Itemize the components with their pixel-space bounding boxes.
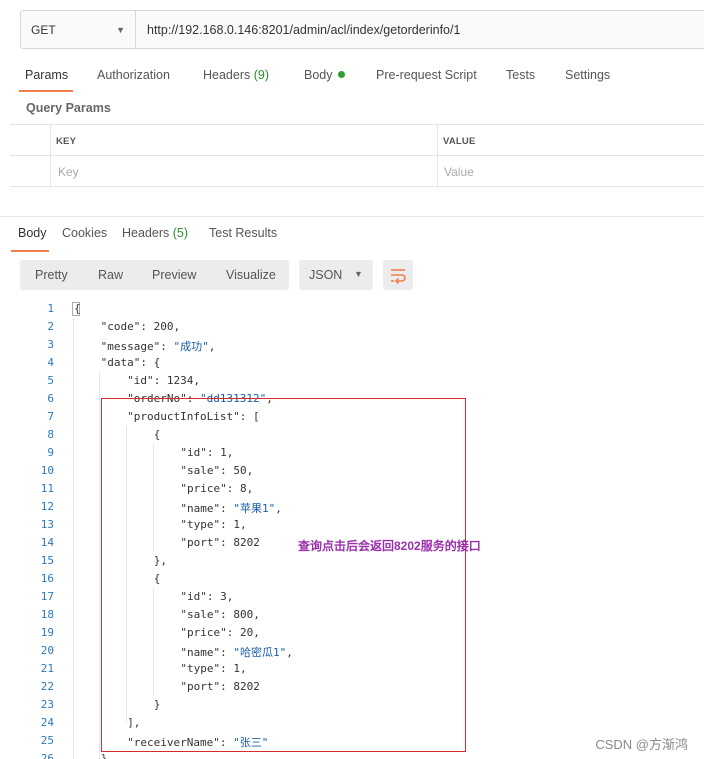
line-number: 10 bbox=[40, 464, 54, 477]
code-line: { bbox=[153, 572, 161, 585]
line-number: 11 bbox=[40, 482, 54, 495]
code-line: ], bbox=[127, 716, 141, 729]
tab-body[interactable]: Body bbox=[304, 68, 345, 82]
chevron-down-icon: ▼ bbox=[116, 24, 125, 35]
line-number: 6 bbox=[47, 392, 54, 405]
watermark: CSDN @方渐鸿 bbox=[595, 737, 688, 752]
key-column-header: KEY bbox=[56, 136, 77, 147]
line-number: 17 bbox=[40, 590, 54, 603]
tab-authorization[interactable]: Authorization bbox=[97, 68, 170, 82]
chevron-down-icon: ▼ bbox=[354, 269, 363, 279]
code-line: "price": 8, bbox=[180, 482, 254, 495]
code-line: "receiverName": "张三" bbox=[127, 736, 269, 749]
query-params-table: KEY VALUE Key Value bbox=[10, 124, 704, 187]
line-number: 14 bbox=[40, 536, 54, 549]
tab-params[interactable]: Params bbox=[25, 68, 68, 82]
line-number: 19 bbox=[40, 626, 54, 639]
code-line: "id": 1, bbox=[180, 446, 234, 459]
method-label: GET bbox=[31, 22, 56, 37]
value-column-header: VALUE bbox=[443, 136, 476, 147]
code-line: "name": "哈密瓜1", bbox=[180, 646, 293, 659]
code-line: { bbox=[153, 428, 161, 441]
line-number: 16 bbox=[40, 572, 54, 585]
code-line: "port": 8202 bbox=[180, 680, 260, 693]
code-line: } bbox=[153, 698, 161, 711]
line-number: 20 bbox=[40, 644, 54, 657]
table-header-row bbox=[10, 125, 704, 156]
line-number: 9 bbox=[47, 446, 54, 459]
code-line: "port": 8202 bbox=[180, 536, 260, 549]
code-line: { bbox=[74, 302, 81, 315]
code-line: "sale": 800, bbox=[180, 608, 260, 621]
line-number: 21 bbox=[40, 662, 54, 675]
divider bbox=[0, 216, 704, 217]
line-number: 15 bbox=[40, 554, 54, 567]
code-line: "orderNo": "dd131312", bbox=[127, 392, 273, 405]
format-select[interactable]: JSON ▼ bbox=[299, 260, 373, 290]
code-line: "sale": 50, bbox=[180, 464, 254, 477]
code-line: "id": 1234, bbox=[127, 374, 201, 387]
line-number: 18 bbox=[40, 608, 54, 621]
code-line: "message": "成功", bbox=[100, 340, 216, 353]
wrap-lines-icon bbox=[391, 269, 406, 284]
wrap-lines-button[interactable] bbox=[383, 260, 413, 290]
line-number: 23 bbox=[40, 698, 54, 711]
line-number: 7 bbox=[47, 410, 54, 423]
response-body-viewer: 1 {2 "code": 200, 3 "message": "成功", 4 "data":… bbox=[0, 300, 704, 759]
view-preview-button[interactable]: Preview bbox=[152, 268, 196, 282]
line-number: 26 bbox=[40, 752, 54, 759]
code-line: "type": 1, bbox=[180, 518, 247, 531]
line-number: 13 bbox=[40, 518, 54, 531]
active-tab-underline bbox=[19, 90, 73, 92]
line-number: 1 bbox=[47, 302, 54, 315]
headers-count: (9) bbox=[253, 68, 270, 82]
response-tab-cookies[interactable]: Cookies bbox=[62, 226, 107, 240]
response-tab-test-results[interactable]: Test Results bbox=[209, 226, 277, 240]
code-line: "code": 200, bbox=[100, 320, 181, 333]
tab-headers[interactable]: Headers (9) bbox=[203, 68, 269, 82]
code-line: "id": 3, bbox=[180, 590, 234, 603]
code-line: "data": { bbox=[100, 356, 161, 369]
line-number: 25 bbox=[40, 734, 54, 747]
code-line: } bbox=[100, 752, 108, 759]
request-tabs: Params Authorization Headers (9) Body Pr… bbox=[0, 60, 704, 92]
view-visualize-button[interactable]: Visualize bbox=[226, 268, 276, 282]
response-headers-count: (5) bbox=[172, 226, 189, 240]
response-tab-headers[interactable]: Headers (5) bbox=[122, 226, 188, 240]
url-bar: GET ▼ http://192.168.0.146:8201/admin/ac… bbox=[20, 10, 704, 49]
code-line: "productInfoList": [ bbox=[127, 410, 260, 423]
code-line: "type": 1, bbox=[180, 662, 247, 675]
response-tab-body[interactable]: Body bbox=[18, 226, 47, 240]
line-number: 2 bbox=[47, 320, 54, 333]
line-number: 8 bbox=[47, 428, 54, 441]
tab-pre-request-script[interactable]: Pre-request Script bbox=[376, 68, 477, 82]
query-params-title: Query Params bbox=[26, 101, 111, 115]
code-line: "name": "苹果1", bbox=[180, 502, 282, 515]
tab-settings[interactable]: Settings bbox=[565, 68, 610, 82]
value-input[interactable]: Value bbox=[444, 165, 474, 179]
line-number: 24 bbox=[40, 716, 54, 729]
view-mode-group: Pretty Raw Preview Visualize bbox=[20, 260, 289, 290]
body-indicator-dot bbox=[337, 71, 345, 78]
line-number: 5 bbox=[47, 374, 54, 387]
tab-tests[interactable]: Tests bbox=[506, 68, 535, 82]
url-input[interactable]: http://192.168.0.146:8201/admin/acl/inde… bbox=[136, 11, 704, 48]
line-number: 3 bbox=[47, 338, 54, 351]
annotation-text: 查询点击后会返回8202服务的接口 bbox=[298, 539, 481, 553]
line-number: 22 bbox=[40, 680, 54, 693]
line-number: 4 bbox=[47, 356, 54, 369]
code-line: "price": 20, bbox=[180, 626, 260, 639]
method-select[interactable]: GET ▼ bbox=[21, 11, 136, 48]
format-label: JSON bbox=[309, 268, 343, 282]
code-line: }, bbox=[153, 554, 168, 567]
view-pretty-button[interactable]: Pretty bbox=[35, 268, 68, 282]
line-number: 12 bbox=[40, 500, 54, 513]
view-raw-button[interactable]: Raw bbox=[98, 268, 123, 282]
key-input[interactable]: Key bbox=[58, 165, 79, 179]
active-response-tab-underline bbox=[11, 250, 49, 252]
